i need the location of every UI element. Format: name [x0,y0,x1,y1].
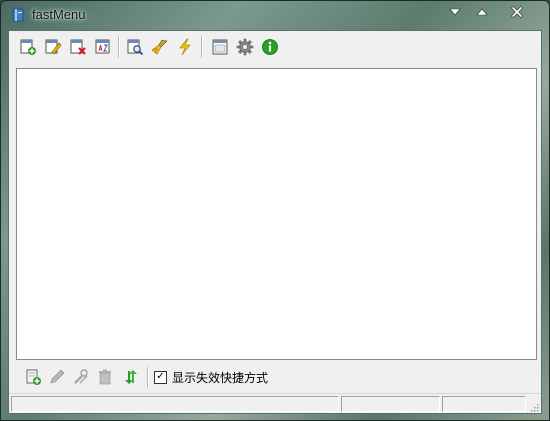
status-panel-right [442,396,526,412]
resize-grip-icon[interactable] [529,402,539,412]
info-icon [262,39,278,55]
show-invalid-shortcuts-checkbox[interactable]: ✓ 显示失效快捷方式 [154,369,268,385]
sort-az-icon [95,39,110,54]
toolbar-separator [201,36,203,58]
check-mark: ✓ [156,371,165,382]
quick-run-button[interactable] [175,37,195,57]
gear-icon [236,38,254,56]
window-title: fastMenu [32,7,86,22]
add-shortcut-icon [26,369,41,385]
edit-shortcut-button[interactable] [47,367,67,387]
pencil-icon [50,369,65,384]
client-area: ✓ 显示失效快捷方式 [8,30,542,414]
status-panel-middle [341,396,440,412]
title-bar[interactable]: fastMenu [1,1,549,29]
delete-item-button[interactable] [68,37,88,57]
delete-shortcut-button[interactable] [95,367,115,387]
broom-icon [151,39,168,55]
clean-button[interactable] [150,37,170,57]
refresh-button[interactable] [121,367,141,387]
checkbox-label: 显示失效快捷方式 [172,370,269,385]
edit-document-icon [45,39,62,55]
magnifier-document-icon [127,39,144,56]
refresh-icon [125,370,137,384]
sort-items-button[interactable] [93,37,113,57]
triangle-down-icon [449,8,461,16]
delete-document-icon [70,39,86,55]
book-icon [12,8,24,22]
about-button[interactable] [260,37,280,57]
trash-icon [99,369,111,385]
settings-button[interactable] [235,37,255,57]
shortcut-list[interactable] [16,68,537,360]
minimize-button[interactable] [442,3,468,21]
window-icon [212,39,228,55]
tools-icon [74,369,88,384]
toolbar-separator [147,367,149,387]
status-bar [9,393,541,414]
edit-item-button[interactable] [43,37,63,57]
main-toolbar [9,31,541,63]
close-button[interactable] [504,3,530,21]
maximize-button[interactable] [469,3,495,21]
triangle-up-icon [476,8,488,16]
lightning-icon [179,38,191,56]
view-button[interactable] [210,37,230,57]
status-panel-main [11,396,339,412]
rename-shortcut-button[interactable] [71,367,91,387]
toolbar-separator [118,36,120,58]
app-window: fastMenu ✓ 显示失效快捷方式 [0,0,550,421]
add-shortcut-button[interactable] [23,367,43,387]
close-icon [511,6,523,18]
find-button[interactable] [125,37,145,57]
checkbox-box[interactable]: ✓ [154,370,167,384]
add-document-icon [20,39,36,55]
bottom-toolbar: ✓ 显示失效快捷方式 [9,364,541,390]
add-item-button[interactable] [18,37,38,57]
